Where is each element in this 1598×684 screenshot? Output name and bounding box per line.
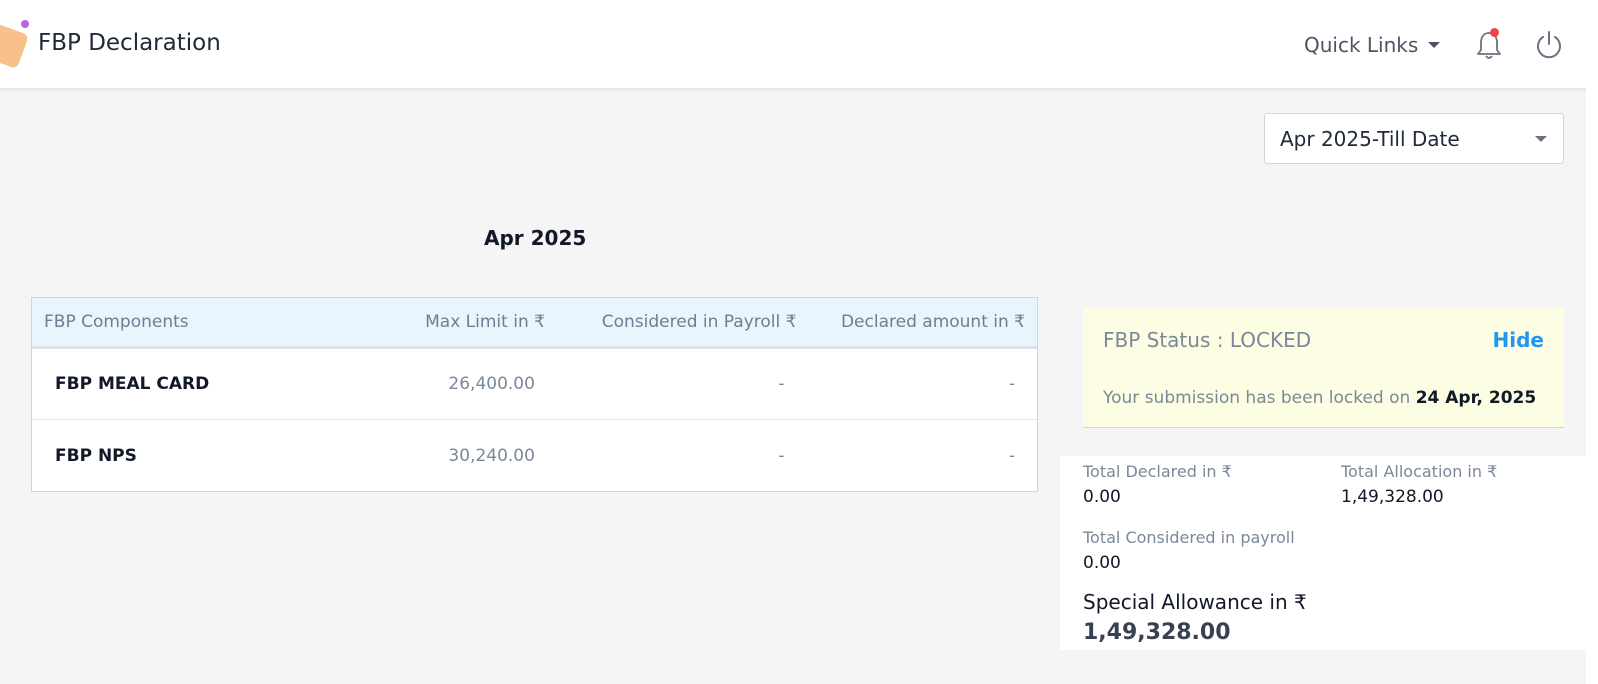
top-header: FBP Declaration Quick Links (0, 0, 1598, 88)
quick-links-dropdown[interactable]: Quick Links (1304, 33, 1441, 57)
notification-dot (1490, 28, 1499, 37)
app-logo[interactable] (0, 22, 30, 70)
bell-icon[interactable] (1474, 29, 1504, 61)
page-title: FBP Declaration (38, 30, 221, 56)
total-declared-label: Total Declared in ₹ (1083, 462, 1232, 481)
total-considered-label: Total Considered in payroll (1083, 528, 1295, 547)
totals-panel: Total Declared in ₹ 0.00 Total Allocatio… (1060, 456, 1586, 650)
period-select-value: Apr 2025-Till Date (1280, 126, 1460, 151)
header-declared: Declared amount in ₹ (840, 312, 1025, 332)
header-considered: Considered in Payroll ₹ (601, 312, 797, 332)
component-name: FBP NPS (55, 445, 137, 466)
chevron-down-icon (1428, 42, 1441, 48)
fbp-components-table: FBP Components Max Limit in ₹ Considered… (31, 297, 1038, 492)
month-title: Apr 2025 (484, 226, 587, 250)
status-message-text: Your submission has been locked on (1103, 388, 1411, 408)
fbp-status-panel: FBP Status : LOCKED Hide Your submission… (1083, 308, 1564, 428)
considered-value: - (778, 445, 785, 466)
max-limit-value: 30,240.00 (448, 445, 535, 466)
status-date: 24 Apr, 2025 (1415, 388, 1537, 408)
total-declared-value: 0.00 (1083, 487, 1121, 507)
header-components: FBP Components (44, 312, 189, 332)
considered-value: - (778, 374, 785, 394)
period-select[interactable]: Apr 2025-Till Date (1264, 113, 1564, 164)
special-allowance-label: Special Allowance in ₹ (1083, 590, 1307, 614)
status-message: Your submission has been locked on 24 Ap… (1103, 388, 1536, 408)
hide-link[interactable]: Hide (1493, 328, 1544, 352)
table-header: FBP Components Max Limit in ₹ Considered… (32, 298, 1037, 349)
declared-value: - (1008, 445, 1015, 466)
table-row: FBP MEAL CARD 26,400.00 - - (32, 349, 1037, 420)
component-name: FBP MEAL CARD (55, 374, 210, 394)
total-considered-value: 0.00 (1083, 553, 1121, 573)
table-row: FBP NPS 30,240.00 - - (32, 420, 1037, 491)
power-icon[interactable] (1534, 29, 1564, 61)
total-allocation-label: Total Allocation in ₹ (1341, 462, 1498, 481)
logo-dot (21, 20, 29, 28)
special-allowance-value: 1,49,328.00 (1083, 620, 1231, 645)
chevron-down-icon (1535, 136, 1547, 142)
header-max-limit: Max Limit in ₹ (425, 312, 545, 332)
scrollbar-track[interactable] (1586, 0, 1598, 684)
total-allocation-value: 1,49,328.00 (1341, 487, 1444, 507)
status-title: FBP Status : LOCKED (1103, 328, 1312, 352)
max-limit-value: 26,400.00 (448, 374, 535, 394)
quick-links-label: Quick Links (1304, 33, 1419, 57)
declared-value: - (1008, 374, 1015, 394)
